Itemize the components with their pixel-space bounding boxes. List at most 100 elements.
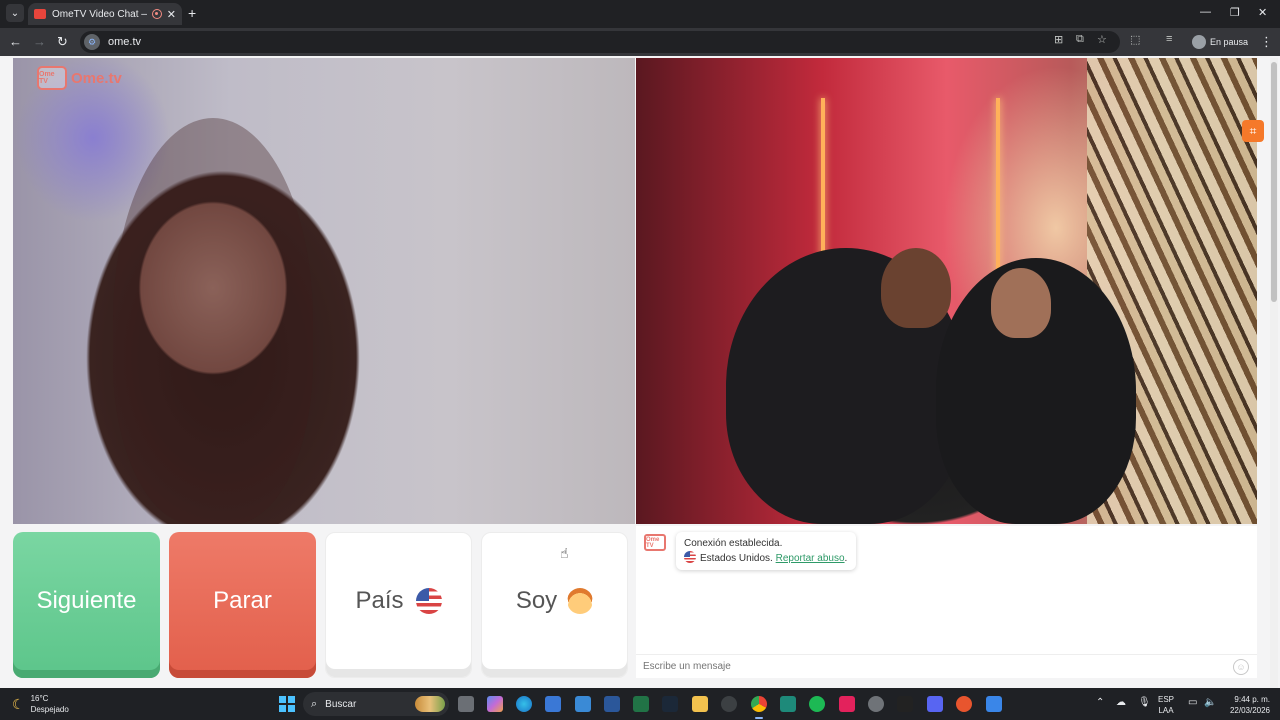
- next-button[interactable]: Siguiente: [13, 532, 160, 678]
- lang-top: ESP: [1158, 695, 1175, 704]
- partner-country-line: Estados Unidos. Reportar abuso.: [684, 551, 848, 566]
- connection-status: Conexión establecida.: [684, 538, 783, 549]
- clock-date: 22/03/2026: [1229, 706, 1270, 715]
- onedrive-icon[interactable]: ☁: [1116, 697, 1126, 708]
- weather-temp: 16°C: [30, 694, 49, 703]
- excel-icon[interactable]: [633, 696, 649, 712]
- clock-time: 9:44 p. m.: [1234, 695, 1270, 704]
- chrome-icon[interactable]: [751, 696, 767, 712]
- person-silhouette: [113, 118, 313, 524]
- minimize-button[interactable]: —: [1200, 6, 1211, 18]
- person-face: [991, 268, 1051, 338]
- url-text: ome.tv: [108, 36, 142, 48]
- close-window-button[interactable]: ✕: [1258, 6, 1267, 19]
- file-explorer-icon[interactable]: [692, 696, 708, 712]
- stop-button[interactable]: Parar: [169, 532, 316, 678]
- search-highlight-icon: [415, 696, 445, 712]
- search-label: Buscar: [325, 698, 357, 710]
- settings-gear-icon[interactable]: [868, 696, 884, 712]
- browser-tabstrip: ⌄ OmeTV Video Chat — Ome ✕ + — ❐ ✕: [0, 0, 1280, 28]
- weather-desc: Despejado: [30, 705, 69, 714]
- input-language[interactable]: ESP LAA: [1158, 694, 1174, 716]
- extensions-icon[interactable]: ⬚: [1130, 33, 1140, 46]
- browser-toolbar: ← → ↻ ⚙ ome.tv ⊞ ⧉ ☆ ⬚ ≡ En pausa ⋮: [0, 28, 1280, 56]
- gender-select-button[interactable]: Soy: [481, 532, 628, 678]
- more-menu-icon[interactable]: ⋮: [1260, 34, 1273, 50]
- spotify-icon[interactable]: [809, 696, 825, 712]
- word-icon[interactable]: [604, 696, 620, 712]
- tiktok-icon[interactable]: [839, 696, 855, 712]
- ometv-favicon-icon: [34, 9, 46, 19]
- discord-icon[interactable]: [927, 696, 943, 712]
- network-icon[interactable]: ▭: [1188, 697, 1197, 708]
- start-button[interactable]: [279, 696, 295, 712]
- media-control-icon[interactable]: ≡: [1166, 33, 1172, 45]
- next-label: Siguiente: [36, 587, 137, 614]
- microphone-icon[interactable]: 🎙: [1138, 697, 1151, 708]
- remote-video: Ome TV Ome.tv: [13, 58, 635, 524]
- recorder-icon[interactable]: [721, 696, 737, 712]
- browser-tab-ometv[interactable]: OmeTV Video Chat — Ome ✕: [28, 3, 182, 25]
- emoji-picker-icon[interactable]: ☺: [1233, 659, 1249, 675]
- defender-shield-icon[interactable]: [986, 696, 1002, 712]
- stop-label: Parar: [213, 587, 272, 614]
- logo-text: Ome.tv: [71, 69, 122, 87]
- search-icon: ⌕: [311, 697, 318, 710]
- report-abuse-link[interactable]: Reportar abuso: [776, 553, 845, 564]
- forward-arrow-icon[interactable]: →: [33, 34, 46, 49]
- tray-chevron-icon[interactable]: ⌃: [1096, 697, 1104, 708]
- message-input-row: ☺: [636, 654, 1257, 678]
- country-filter-button[interactable]: País: [325, 532, 472, 678]
- screenshot-icon[interactable]: ⌗: [1242, 120, 1264, 142]
- windows-taskbar: ☾ 16°C Despejado ⌕ Buscar ⌃ ☁ 🎙 ESP LAA …: [0, 688, 1280, 720]
- copilot-icon[interactable]: [487, 696, 503, 712]
- us-flag-icon: [415, 588, 442, 614]
- site-info-icon[interactable]: ⚙: [84, 34, 100, 50]
- tab-title: OmeTV Video Chat — Ome: [52, 8, 147, 20]
- brave-icon[interactable]: [956, 696, 972, 712]
- store-icon[interactable]: [545, 696, 561, 712]
- chat-panel: Ome TV Conexión establecida. Estados Uni…: [636, 526, 1257, 678]
- profile-label: En pausa: [1210, 37, 1249, 47]
- tab-search-button[interactable]: ⌄: [6, 4, 24, 22]
- profile-button[interactable]: En pausa: [1192, 32, 1248, 52]
- translate-icon[interactable]: ⊞: [1054, 33, 1063, 46]
- us-flag-icon: [684, 551, 696, 563]
- tab-close-icon[interactable]: ✕: [167, 8, 176, 21]
- volume-icon[interactable]: 🔈: [1204, 697, 1216, 708]
- cast-icon[interactable]: ⧉: [1076, 33, 1084, 46]
- scroll-thumb[interactable]: [1271, 62, 1277, 302]
- gender-label: Soy: [515, 587, 558, 614]
- task-view-icon[interactable]: [458, 696, 474, 712]
- report-suffix: .: [844, 553, 848, 564]
- country-label: País: [355, 587, 404, 614]
- local-video: [636, 58, 1257, 524]
- reload-icon[interactable]: ↻: [57, 34, 68, 50]
- system-clock[interactable]: 9:44 p. m. 22/03/2026: [1222, 694, 1270, 716]
- bookmark-star-icon[interactable]: ☆: [1097, 33, 1107, 46]
- ometv-chat-logo-icon: Ome TV: [644, 534, 666, 551]
- weather-widget[interactable]: ☾ 16°C Despejado: [12, 693, 69, 715]
- edge-icon[interactable]: [516, 696, 532, 712]
- address-bar[interactable]: ⚙ ome.tv: [80, 31, 1120, 53]
- steam-icon[interactable]: [662, 696, 678, 712]
- partner-country: Estados Unidos.: [700, 553, 773, 564]
- windows-logo-icon: [279, 696, 286, 703]
- chrome-active-indicator: [755, 717, 763, 719]
- ometv-logo[interactable]: Ome TV Ome.tv: [37, 66, 122, 90]
- photos-icon[interactable]: [575, 696, 591, 712]
- taskbar-search[interactable]: ⌕ Buscar: [303, 692, 449, 716]
- ometv-page: Ome TV Ome.tv ⌗ Siguiente Parar País Soy…: [0, 56, 1280, 688]
- lang-bottom: LAA: [1158, 706, 1174, 715]
- page-scrollbar[interactable]: [1270, 58, 1278, 688]
- maximize-button[interactable]: ❐: [1230, 6, 1240, 19]
- back-arrow-icon[interactable]: ←: [9, 34, 22, 49]
- moon-icon: ☾: [12, 695, 25, 712]
- avatar: [1192, 35, 1206, 49]
- new-tab-button[interactable]: +: [188, 5, 196, 21]
- system-message: Conexión establecida. Estados Unidos. Re…: [676, 532, 856, 570]
- epic-games-icon[interactable]: [897, 696, 913, 712]
- message-input[interactable]: [643, 661, 1203, 672]
- logo-tv-icon: Ome TV: [37, 66, 67, 90]
- app-icon[interactable]: [780, 696, 796, 712]
